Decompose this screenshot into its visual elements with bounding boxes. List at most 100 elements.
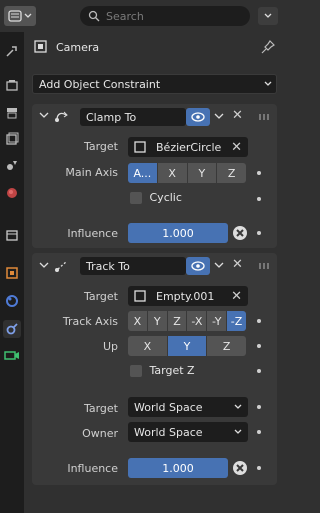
target-label: Target [83, 140, 118, 153]
collapse-chevron-icon[interactable] [39, 112, 49, 120]
constraint-name-field[interactable]: Clamp To [80, 108, 186, 126]
disable-keep-transform-icon[interactable] [232, 225, 248, 241]
add-constraint-label: Add Object Constraint [39, 77, 161, 91]
target-value: BézierCircle [156, 140, 222, 154]
keyframe-dot[interactable] [257, 466, 261, 470]
keyframe-dot[interactable] [257, 319, 261, 323]
influence-slider[interactable]: 1.000 [128, 458, 228, 478]
target-field[interactable]: BézierCircle ✕ [128, 137, 248, 157]
main-axis-selector[interactable]: A... X Y Z [128, 163, 246, 183]
object-name: Camera [56, 40, 100, 54]
keyframe-dot[interactable] [257, 405, 261, 409]
track-axis-selector[interactable]: X Y Z -X -Y -Z [128, 311, 246, 331]
keyframe-dot[interactable] [257, 231, 261, 235]
track-to-icon [55, 261, 67, 272]
constraint-menu-chevron-icon[interactable] [214, 262, 224, 270]
target-space-dropdown[interactable]: World Space [128, 397, 248, 417]
target-space-label: Target [83, 402, 118, 415]
constraint-name: Clamp To [86, 110, 137, 124]
keyframe-dot[interactable] [257, 430, 261, 434]
up-axis-selector[interactable]: X Y Z [128, 336, 247, 356]
chevron-down-icon [234, 429, 242, 434]
chevron-down-icon [264, 13, 272, 18]
influence-value: 1.000 [162, 461, 194, 475]
search-input[interactable]: Search [80, 6, 250, 26]
options-dropdown-button[interactable] [258, 7, 278, 25]
delete-constraint-icon[interactable]: ✕ [232, 257, 243, 272]
search-icon [88, 10, 100, 22]
track-axis-x[interactable]: X [128, 311, 147, 331]
world-icon[interactable] [3, 184, 21, 202]
up-axis-z[interactable]: Z [207, 336, 247, 356]
owner-space-value: World Space [134, 425, 203, 439]
owner-space-label: Owner [82, 427, 118, 440]
enable-toggle-button[interactable] [186, 257, 210, 275]
track-axis-label: Track Axis [62, 315, 118, 328]
data-icon[interactable] [3, 346, 21, 364]
clear-target-icon[interactable]: ✕ [231, 140, 242, 155]
constraint-name: Track To [86, 259, 130, 273]
scene-icon[interactable] [3, 156, 21, 174]
enable-toggle-button[interactable] [186, 108, 210, 126]
influence-value: 1.000 [162, 226, 194, 240]
influence-slider[interactable]: 1.000 [128, 223, 228, 243]
up-axis-y[interactable]: Y [167, 336, 207, 356]
chevron-down-icon [264, 81, 272, 86]
cyclic-checkbox[interactable]: Cyclic [130, 191, 182, 204]
collapse-chevron-icon[interactable] [39, 262, 49, 270]
collection-icon[interactable] [3, 226, 21, 244]
cyclic-label: Cyclic [149, 191, 182, 204]
target-label: Target [83, 290, 118, 303]
target-value: Empty.001 [156, 289, 215, 303]
drag-handle-icon[interactable] [259, 263, 271, 269]
object-icon [134, 141, 146, 153]
track-axis-neg-z[interactable]: -Z [227, 311, 246, 331]
target-z-checkbox[interactable]: Target Z [130, 364, 195, 377]
constraint-name-field[interactable]: Track To [80, 257, 186, 275]
constraint-icon[interactable] [3, 320, 21, 338]
clamp-to-icon [55, 111, 68, 122]
add-object-constraint-menu[interactable]: Add Object Constraint [32, 74, 277, 94]
drag-handle-icon[interactable] [259, 114, 271, 120]
view-layer-icon[interactable] [3, 130, 21, 148]
tool-icon[interactable] [3, 42, 21, 60]
clear-target-icon[interactable]: ✕ [231, 289, 242, 304]
track-axis-neg-y[interactable]: -Y [207, 311, 227, 331]
track-axis-y[interactable]: Y [147, 311, 167, 331]
object-data-icon [34, 40, 47, 53]
track-to-constraint-panel: Track To ✕ Target Empty.001 ✕ Track Axis… [32, 253, 277, 485]
modifier-icon[interactable] [3, 292, 21, 310]
render-icon[interactable] [3, 76, 21, 94]
editor-type-button[interactable] [4, 6, 36, 26]
object-header: Camera [24, 34, 285, 60]
main-axis-z[interactable]: Z [217, 163, 246, 183]
output-icon[interactable] [3, 104, 21, 122]
constraint-menu-chevron-icon[interactable] [214, 113, 224, 121]
main-axis-label: Main Axis [65, 166, 118, 179]
influence-label: Influence [67, 462, 118, 475]
keyframe-dot[interactable] [257, 344, 261, 348]
track-axis-z[interactable]: Z [167, 311, 187, 331]
main-axis-x[interactable]: X [157, 163, 187, 183]
keyframe-dot[interactable] [257, 369, 261, 373]
target-z-checkbox-box[interactable] [130, 365, 142, 377]
object-icon [134, 290, 146, 302]
disable-keep-transform-icon[interactable] [232, 460, 248, 476]
owner-space-dropdown[interactable]: World Space [128, 422, 248, 442]
target-field[interactable]: Empty.001 ✕ [128, 286, 248, 306]
main-axis-auto[interactable]: A... [128, 163, 157, 183]
keyframe-dot[interactable] [257, 171, 261, 175]
delete-constraint-icon[interactable]: ✕ [232, 108, 243, 123]
pin-icon[interactable] [261, 40, 275, 54]
target-z-label: Target Z [149, 364, 195, 377]
clamp-to-constraint-panel: Clamp To ✕ Target BézierCircle ✕ Main Ax… [32, 104, 277, 248]
object-icon[interactable] [3, 264, 21, 282]
influence-label: Influence [67, 227, 118, 240]
cyclic-checkbox-box[interactable] [130, 192, 142, 204]
properties-tabs-sidebar [0, 32, 24, 513]
up-axis-x[interactable]: X [128, 336, 167, 356]
keyframe-dot[interactable] [257, 197, 261, 201]
up-label: Up [102, 340, 118, 353]
track-axis-neg-x[interactable]: -X [187, 311, 207, 331]
main-axis-y[interactable]: Y [187, 163, 217, 183]
